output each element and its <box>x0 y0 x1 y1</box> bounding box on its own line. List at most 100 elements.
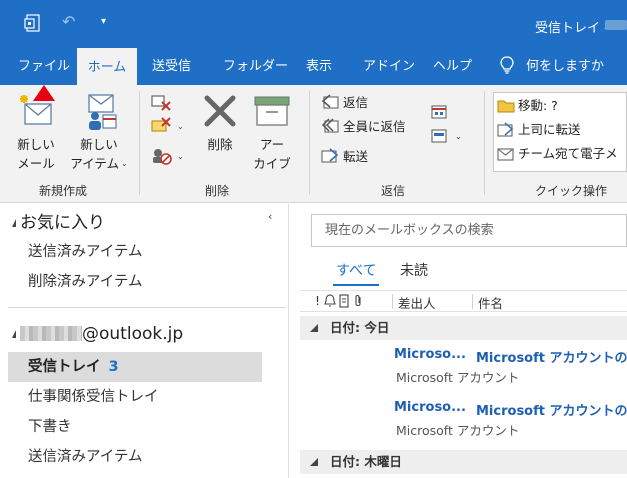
ribbon-divider <box>139 91 140 195</box>
ignore-button[interactable] <box>150 93 175 113</box>
ignore-icon <box>151 95 171 111</box>
folder-drafts[interactable]: 下書き <box>8 412 262 442</box>
reply-all-button[interactable]: 全員に返信 <box>320 117 406 137</box>
mail-item[interactable]: Microso... Microsoft アカウントの Microsoft アカ… <box>300 394 627 442</box>
undo-icon[interactable]: ↶ <box>62 12 75 31</box>
quick-steps-gallery: 移動: ? 上司に転送 チーム宛て電子メ <box>493 92 627 172</box>
reply-label: 返信 <box>343 95 369 110</box>
redacted-account-name <box>20 326 82 341</box>
annotation-arrow <box>33 85 55 101</box>
forward-label: 転送 <box>343 149 369 164</box>
title-bar: ↶ ▾ 受信トレイ - <box>0 0 627 46</box>
quick-step-to-manager[interactable]: 上司に転送 <box>497 120 581 140</box>
sender-column[interactable]: 差出人 <box>398 293 436 312</box>
group-label-respond: 返信 <box>381 184 406 198</box>
filter-unread-tab[interactable]: 未読 <box>400 260 428 280</box>
folder-favorite-sent[interactable]: 送信済みアイテム <box>8 237 262 267</box>
forward-icon <box>321 148 339 163</box>
folder-favorite-deleted[interactable]: 削除済みアイテム <box>8 267 262 297</box>
folder-pane: ‹ お気に入り 送信済みアイテム 削除済みアイテム @outlook.jp 受信… <box>0 204 289 478</box>
chevron-down-icon: ⌄ <box>455 132 462 141</box>
expand-triangle-icon <box>310 324 318 332</box>
tab-send-receive[interactable]: 送受信 <box>152 46 191 85</box>
ribbon-home: 新しい メール 新しい アイテム ⌄ 新規作成 ⌄ ⌄ 削除 アー カイブ 削除… <box>0 85 627 203</box>
tell-me-box[interactable]: 何をしますか <box>500 46 604 85</box>
new-items-button[interactable]: 新しい アイテム ⌄ <box>68 91 130 173</box>
favorites-header[interactable]: お気に入り <box>12 208 105 233</box>
new-mail-button[interactable]: 新しい メール <box>10 91 62 173</box>
mail-preview: Microsoft アカウント <box>396 370 520 385</box>
subject-column[interactable]: 件名 <box>478 293 503 312</box>
cleanup-button[interactable]: ⌄ <box>150 117 184 137</box>
mail-item[interactable]: Microso... Microsoft アカウントの Microsoft アカ… <box>300 341 627 389</box>
ribbon-divider <box>484 91 485 195</box>
mail-sender: Microso... <box>394 347 466 362</box>
more-respond-button[interactable]: ⌄ <box>430 127 462 147</box>
tab-folder[interactable]: フォルダー <box>223 46 288 85</box>
column-separator <box>472 294 473 309</box>
expand-triangle-icon <box>12 330 16 338</box>
cleanup-icon <box>151 117 171 132</box>
group-label-delete: 削除 <box>205 184 230 198</box>
chevron-down-icon: ⌄ <box>121 159 128 168</box>
tab-home[interactable]: ホーム <box>77 48 137 87</box>
tab-addins[interactable]: アドイン <box>363 46 415 85</box>
filter-all-tab[interactable]: すべて <box>336 260 376 280</box>
folder-work-inbox[interactable]: 仕事関係受信トレイ <box>8 382 262 412</box>
quick-step-move[interactable]: 移動: ? <box>497 96 558 116</box>
reply-icon <box>321 94 339 109</box>
active-filter-indicator <box>333 284 379 286</box>
delete-x-icon <box>204 95 236 127</box>
group-label-quick-steps: クイック操作 <box>535 184 608 198</box>
tab-view[interactable]: 表示 <box>306 46 332 85</box>
team-email-icon <box>497 148 514 161</box>
new-mail-label-1: 新しい <box>17 137 55 152</box>
archive-box-icon <box>254 96 290 126</box>
group-label-new: 新規作成 <box>39 184 88 198</box>
mail-subject: Microsoft アカウントの <box>476 404 627 419</box>
reminder-column-icon[interactable] <box>324 294 336 311</box>
reply-button[interactable]: 返信 <box>320 93 368 113</box>
search-input[interactable]: 現在のメールボックスの検索 <box>311 214 627 247</box>
archive-label-2: カイブ <box>253 156 291 171</box>
new-items-icon <box>88 94 117 130</box>
tab-file[interactable]: ファイル <box>18 46 70 85</box>
ribbon-divider <box>309 91 310 195</box>
forward-button[interactable]: 転送 <box>320 147 368 167</box>
chevron-down-icon: ⌄ <box>177 152 184 161</box>
ribbon-tab-bar: ファイル ホーム 送受信 フォルダー 表示 アドイン ヘルプ 何をしますか <box>0 46 627 87</box>
date-group-thursday[interactable]: 日付: 木曜日 <box>300 450 627 474</box>
mail-preview: Microsoft アカウント <box>396 423 520 438</box>
window-title: 受信トレイ - <box>535 21 609 36</box>
delete-button[interactable]: 削除 <box>198 91 242 154</box>
delete-label: 削除 <box>207 137 233 152</box>
meeting-icon <box>431 105 447 119</box>
quick-access-app-icon[interactable] <box>24 14 42 36</box>
mail-sender: Microso... <box>394 400 466 415</box>
folder-sent[interactable]: 送信済みアイテム <box>8 442 262 472</box>
document-column-icon[interactable] <box>338 294 350 311</box>
tell-me-label: 何をしますか <box>526 59 605 74</box>
chevron-down-icon: ⌄ <box>177 122 184 131</box>
archive-button[interactable]: アー カイブ <box>250 91 294 173</box>
attachment-column-icon[interactable] <box>352 294 364 311</box>
collapse-pane-icon[interactable]: ‹ <box>268 210 272 223</box>
quick-step-team-email[interactable]: チーム宛て電子メ <box>497 144 618 164</box>
expand-triangle-icon <box>12 219 16 227</box>
junk-block-icon <box>153 149 172 165</box>
archive-label-1: アー <box>259 137 285 152</box>
folder-inbox[interactable]: 受信トレイ 3 <box>8 352 262 382</box>
folder-icon <box>497 100 515 113</box>
date-group-today[interactable]: 日付: 今日 <box>300 316 627 340</box>
new-mail-label-2: メール <box>17 156 55 171</box>
unread-count-badge: 3 <box>108 359 119 375</box>
meeting-reply-button[interactable] <box>430 103 453 123</box>
customize-toolbar-icon[interactable]: ▾ <box>101 16 106 27</box>
junk-button[interactable]: ⌄ <box>150 147 184 167</box>
message-list: 現在のメールボックスの検索 すべて 未読 ! 差出人 件名 日付: 今日 Mic… <box>300 204 627 478</box>
tab-help[interactable]: ヘルプ <box>433 46 472 85</box>
column-header-row: ! 差出人 件名 <box>300 290 627 312</box>
account-header[interactable]: @outlook.jp <box>12 324 183 344</box>
lightbulb-icon <box>500 50 514 74</box>
importance-column[interactable]: ! <box>315 293 320 308</box>
